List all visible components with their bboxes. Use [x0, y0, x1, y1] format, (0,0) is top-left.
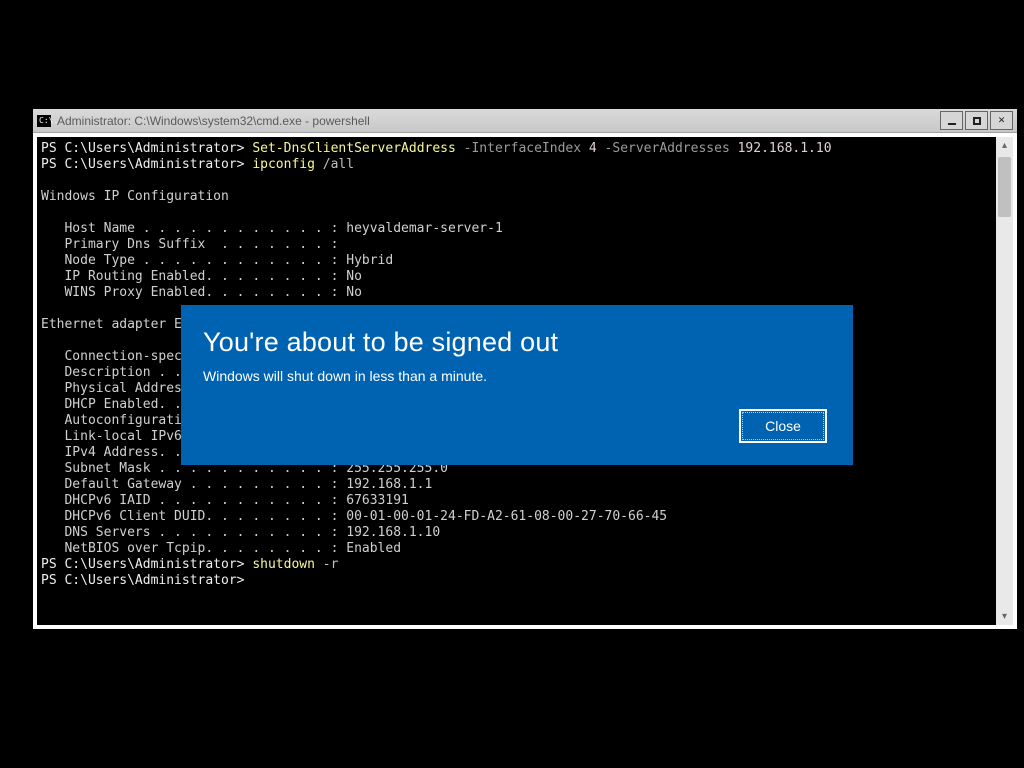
cmd-arg: -r [315, 557, 338, 572]
prompt: PS C:\Users\Administrator> [41, 557, 252, 572]
output-line: NetBIOS over Tcpip. . . . . . . . : Enab… [41, 541, 401, 556]
output-line: Host Name . . . . . . . . . . . . : heyv… [41, 221, 503, 236]
close-window-button[interactable] [990, 111, 1013, 130]
cmd-text: ipconfig [252, 157, 315, 172]
close-button[interactable]: Close [739, 409, 827, 443]
output-line: Node Type . . . . . . . . . . . . : Hybr… [41, 253, 393, 268]
prompt: PS C:\Users\Administrator> [41, 573, 245, 588]
window-title: Administrator: C:\Windows\system32\cmd.e… [57, 114, 938, 128]
output-line: Windows IP Configuration [41, 189, 229, 204]
output-line: IP Routing Enabled. . . . . . . . : No [41, 269, 362, 284]
prompt: PS C:\Users\Administrator> [41, 141, 252, 156]
output-line: Default Gateway . . . . . . . . . : 192.… [41, 477, 432, 492]
output-line: WINS Proxy Enabled. . . . . . . . : No [41, 285, 362, 300]
output-line: DNS Servers . . . . . . . . . . . : 192.… [41, 525, 440, 540]
param-name: -InterfaceIndex [456, 141, 589, 156]
param-name: -ServerAddresses [597, 141, 738, 156]
prompt: PS C:\Users\Administrator> [41, 157, 252, 172]
maximize-button[interactable] [965, 111, 988, 130]
minimize-button[interactable] [940, 111, 963, 130]
dialog-body: Windows will shut down in less than a mi… [203, 368, 823, 384]
cmd-text: Set-DnsClientServerAddress [252, 141, 456, 156]
output-line: Primary Dns Suffix . . . . . . . : [41, 237, 338, 252]
dialog-heading: You're about to be signed out [203, 327, 823, 358]
window-titlebar[interactable]: C:\. Administrator: C:\Windows\system32\… [33, 109, 1017, 133]
scroll-thumb[interactable] [998, 157, 1011, 217]
output-line: DHCPv6 IAID . . . . . . . . . . . : 6763… [41, 493, 409, 508]
cmd-text: shutdown [252, 557, 315, 572]
param-value: 4 [589, 141, 597, 156]
scroll-down-icon[interactable]: ▾ [996, 608, 1013, 625]
vertical-scrollbar[interactable]: ▴ ▾ [996, 137, 1013, 625]
cmd-arg: /all [315, 157, 354, 172]
param-value: 192.168.1.10 [738, 141, 832, 156]
scroll-up-icon[interactable]: ▴ [996, 137, 1013, 154]
cmd-icon: C:\. [37, 115, 51, 127]
signout-dialog: You're about to be signed out Windows wi… [181, 305, 853, 465]
output-line: DHCPv6 Client DUID. . . . . . . . : 00-0… [41, 509, 667, 524]
